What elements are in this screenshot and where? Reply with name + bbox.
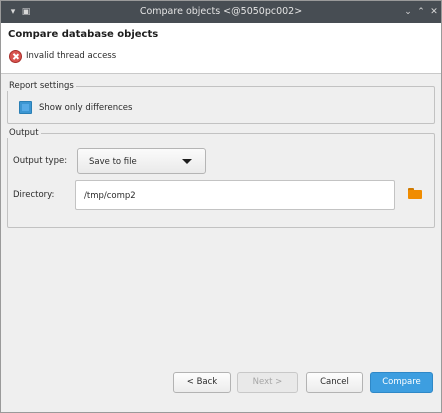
compare-button[interactable]: Compare xyxy=(370,372,433,393)
minimize-icon[interactable]: ⌄ xyxy=(402,6,414,18)
output-type-value: Save to file xyxy=(89,157,137,167)
output-type-select[interactable]: Save to file xyxy=(77,148,206,174)
directory-value: /tmp/comp2 xyxy=(84,191,136,201)
error-icon xyxy=(9,50,22,63)
report-settings-legend: Report settings xyxy=(9,81,74,91)
dialog-header: Compare database objects Invalid thread … xyxy=(1,23,441,73)
next-button: Next > xyxy=(237,372,298,393)
compare-objects-dialog: ▾ ▣ Compare objects <@5050pc002> ⌄ ⌃ ✕ C… xyxy=(0,0,442,413)
dropdown-caret-icon xyxy=(182,159,192,164)
dialog-title: Compare database objects xyxy=(8,29,159,40)
output-legend: Output xyxy=(9,128,39,138)
error-message: Invalid thread access xyxy=(26,51,117,61)
cancel-button[interactable]: Cancel xyxy=(306,372,363,393)
directory-label: Directory: xyxy=(13,190,55,200)
output-group: Output xyxy=(7,128,435,228)
back-button[interactable]: < Back xyxy=(173,372,231,393)
folder-icon[interactable] xyxy=(408,188,422,199)
directory-input[interactable]: /tmp/comp2 xyxy=(75,180,395,210)
output-type-label: Output type: xyxy=(13,156,68,166)
window-title: Compare objects <@5050pc002> xyxy=(139,6,303,17)
title-bar[interactable]: ▾ ▣ Compare objects <@5050pc002> ⌄ ⌃ ✕ xyxy=(1,1,441,23)
header-divider xyxy=(1,73,441,74)
show-only-differences-label[interactable]: Show only differences xyxy=(39,103,132,113)
folder-icon-body xyxy=(408,190,422,199)
show-only-differences-checkbox[interactable] xyxy=(19,101,32,114)
maximize-icon[interactable]: ⌃ xyxy=(415,6,427,18)
close-icon[interactable]: ✕ xyxy=(428,6,440,18)
